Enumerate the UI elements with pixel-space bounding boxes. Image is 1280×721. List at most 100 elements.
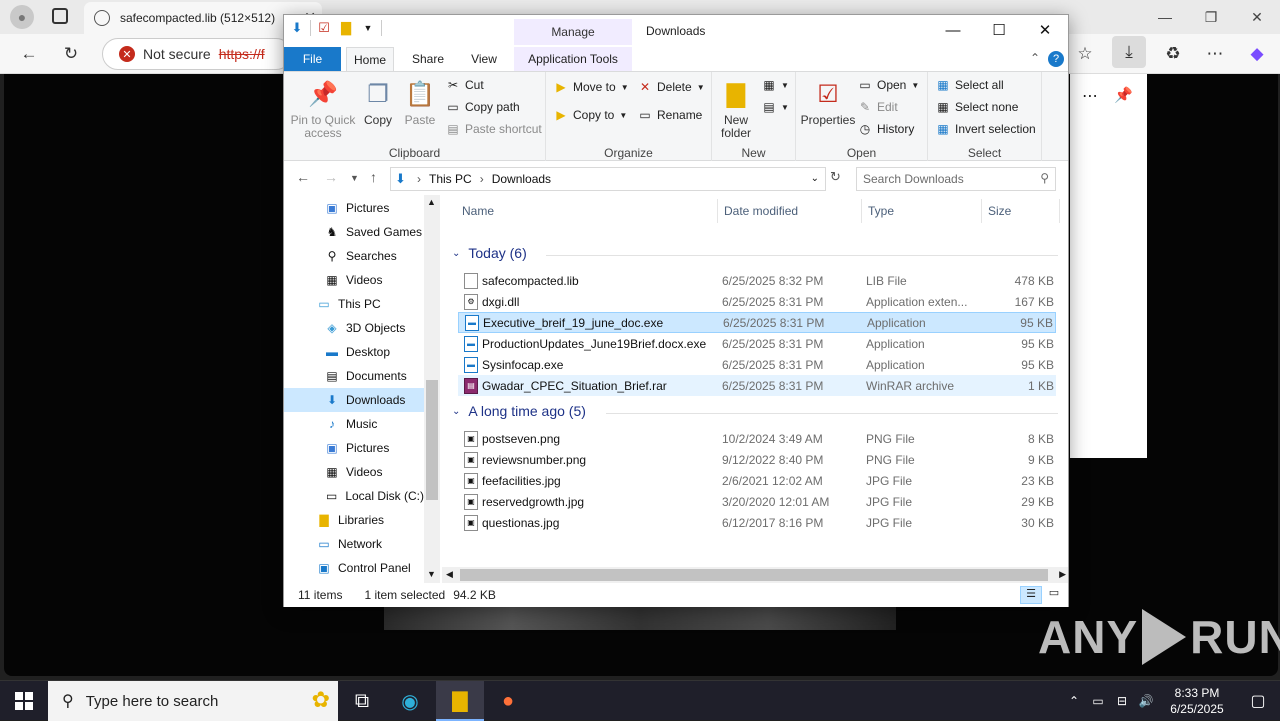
nav-item-3d-objects[interactable]: ◈ 3D Objects — [284, 316, 424, 340]
ethernet-icon[interactable]: ⊟ — [1110, 694, 1134, 708]
more-options-icon[interactable]: ⋯ — [1082, 86, 1098, 106]
file-row[interactable]: safecompacted.lib 6/25/2025 8:32 PM LIB Fi… — [458, 270, 1056, 291]
paste-shortcut-button[interactable]: ▤ Paste shortcut — [446, 122, 541, 136]
invert-selection-button[interactable]: ▦ Invert selection — [936, 122, 1035, 136]
pin-icon[interactable]: 📌 — [1114, 86, 1133, 104]
refresh-icon[interactable]: ↻ — [56, 40, 86, 68]
file-row[interactable]: ⚙ dxgi.dll 6/25/2025 8:31 PM Application ex… — [458, 291, 1056, 312]
scroll-up-icon[interactable]: ▲ — [427, 197, 436, 207]
column-header-type[interactable]: Type — [862, 199, 982, 223]
copy-path-button[interactable]: ▭ Copy path — [446, 100, 519, 114]
details-view-icon[interactable]: ☰ — [1020, 586, 1042, 604]
nav-item-music[interactable]: ♪ Music — [284, 412, 424, 436]
new-item-button[interactable]: ▦ ▼ — [762, 78, 789, 92]
back-icon[interactable]: ← — [14, 40, 44, 68]
nav-item-desktop[interactable]: ▬ Desktop — [284, 340, 424, 364]
nav-item-searches[interactable]: ⚲ Searches — [284, 244, 424, 268]
customize-qat-icon[interactable]: ▼ — [359, 19, 377, 37]
properties-icon[interactable]: ☑ — [315, 19, 333, 37]
file-explorer-icon[interactable]: ▇ — [436, 681, 484, 721]
new-folder-button[interactable]: ▇ New folder — [716, 78, 756, 140]
scroll-right-icon[interactable]: ▶ — [1059, 569, 1066, 580]
history-button[interactable]: ◷ History — [858, 122, 915, 136]
tab-application-tools[interactable]: Application Tools — [514, 47, 632, 71]
file-row-selected[interactable]: ▬ Executive_breif_19_june_doc.exe 6/25/202… — [458, 312, 1056, 333]
file-row[interactable]: ▣ feefacilities.jpg 2/6/2021 12:02 AM JPG F… — [458, 470, 1056, 491]
extensions-icon[interactable]: ♻ — [1158, 40, 1188, 68]
tab-view[interactable]: View — [462, 47, 506, 71]
show-hidden-icons-icon[interactable]: ⌃ — [1062, 694, 1086, 708]
nav-item-documents[interactable]: ▤ Documents — [284, 364, 424, 388]
large-icons-view-icon[interactable]: ▭ — [1044, 586, 1064, 604]
open-button[interactable]: ▭ Open ▼ — [858, 78, 919, 92]
nav-item-local-disk[interactable]: ▭ Local Disk (C:) — [284, 484, 424, 508]
edge-icon[interactable]: ◉ — [386, 681, 434, 721]
move-to-button[interactable]: ▶ Move to ▼ — [554, 80, 628, 94]
more-menu-icon[interactable]: ⋯ — [1200, 40, 1230, 68]
nav-item-pictures[interactable]: ▣ Pictures — [284, 196, 424, 220]
file-row[interactable]: ▬ Sysinfocap.exe 6/25/2025 8:31 PM Applicat… — [458, 354, 1056, 375]
group-header-older[interactable]: ⌄ A long time ago (5) — [452, 403, 586, 419]
nav-item-saved-games[interactable]: ♞ Saved Games — [284, 220, 424, 244]
explorer-close-button[interactable]: ✕ — [1022, 15, 1068, 45]
nav-item-videos-2[interactable]: ▦ Videos — [284, 460, 424, 484]
easy-access-button[interactable]: ▤ ▼ — [762, 100, 789, 114]
file-row[interactable]: ▣ reservedgrowth.jpg 3/20/2020 12:01 AM JPG… — [458, 491, 1056, 512]
refresh-icon[interactable]: ↻ — [830, 169, 841, 185]
properties-button[interactable]: ☑ Properties — [800, 78, 856, 127]
recent-locations-icon[interactable]: ▼ — [350, 173, 359, 183]
nav-scroll-thumb[interactable] — [426, 380, 438, 500]
paste-button[interactable]: 📋 Paste — [402, 78, 438, 127]
favorites-icon[interactable]: ☆ — [1070, 40, 1100, 68]
help-icon[interactable]: ? — [1048, 51, 1064, 67]
network-status-icon[interactable]: ▭ — [1086, 694, 1110, 708]
column-header-size[interactable]: Size — [982, 199, 1060, 223]
browser-close-button[interactable]: ✕ — [1234, 0, 1280, 34]
clock[interactable]: 8:33 PM 6/25/2025 — [1158, 685, 1236, 717]
file-row[interactable]: ▣ reviewsnumber.png 9/12/2022 8:40 PM PNG F… — [458, 449, 1056, 470]
rename-button[interactable]: ▭ Rename — [638, 108, 702, 122]
select-all-button[interactable]: ▦ Select all — [936, 78, 1003, 92]
new-folder-icon[interactable]: ▇ — [337, 19, 355, 37]
volume-icon[interactable]: 🔊 — [1134, 694, 1158, 708]
manage-tab-header[interactable]: Manage — [514, 19, 632, 45]
back-icon[interactable]: ← — [296, 169, 310, 185]
edit-button[interactable]: ✎ Edit — [858, 100, 898, 114]
browser-minimize-button[interactable]: — — [1142, 0, 1188, 34]
nav-item-downloads[interactable]: ⬇ Downloads — [284, 388, 424, 412]
breadcrumb-this-pc[interactable]: This PC — [429, 172, 472, 186]
nav-item-network[interactable]: ▭ Network — [284, 532, 424, 556]
up-icon[interactable]: ↑ — [370, 169, 377, 185]
cut-button[interactable]: ✂ Cut — [446, 78, 484, 92]
horizontal-scroll-thumb[interactable] — [460, 569, 1048, 581]
tab-share[interactable]: Share — [406, 47, 450, 71]
taskbar-search-input[interactable]: ⚲ Type here to search ✿ — [48, 681, 338, 721]
profile-avatar[interactable]: ● — [10, 5, 34, 29]
explorer-minimize-button[interactable]: — — [930, 15, 976, 45]
collapse-ribbon-icon[interactable]: ⌃ — [1030, 51, 1040, 65]
file-row[interactable]: ▬ ProductionUpdates_June19Brief.docx.exe 6… — [458, 333, 1056, 354]
file-row[interactable]: ▣ postseven.png 10/2/2024 3:49 AM PNG File 8… — [458, 428, 1056, 449]
explorer-maximize-button[interactable]: ☐ — [976, 15, 1022, 45]
nav-scrollbar[interactable]: ▲ ▼ — [424, 195, 440, 583]
task-view-icon[interactable]: ⧉ — [338, 681, 386, 721]
firefox-icon[interactable]: ● — [484, 681, 532, 721]
nav-item-videos[interactable]: ▦ Videos — [284, 268, 424, 292]
nav-item-control-panel[interactable]: ▣ Control Panel — [284, 556, 424, 580]
group-header-today[interactable]: ⌄ Today (6) — [452, 245, 527, 261]
copy-to-button[interactable]: ▶ Copy to ▼ — [554, 108, 627, 122]
address-bar[interactable]: ✕ Not secure https://f — [102, 38, 292, 70]
nav-item-libraries[interactable]: ▇ Libraries — [284, 508, 424, 532]
search-input[interactable]: Search Downloads ⚲ — [856, 167, 1056, 191]
downloads-icon[interactable]: ⤓ — [1112, 36, 1146, 68]
delete-button[interactable]: ✕ Delete ▼ — [638, 80, 705, 94]
notifications-icon[interactable]: ▢ — [1236, 691, 1280, 711]
start-button[interactable] — [0, 681, 48, 721]
copilot-icon[interactable]: ◆ — [1242, 40, 1272, 68]
tab-home[interactable]: Home — [346, 47, 394, 71]
copy-button[interactable]: ❐ Copy — [360, 78, 396, 127]
forward-icon[interactable]: → — [324, 169, 338, 185]
nav-item-pictures-2[interactable]: ▣ Pictures — [284, 436, 424, 460]
select-none-button[interactable]: ▦ Select none — [936, 100, 1018, 114]
breadcrumb[interactable]: ⬇ › This PC › Downloads ⌄ — [390, 167, 826, 191]
